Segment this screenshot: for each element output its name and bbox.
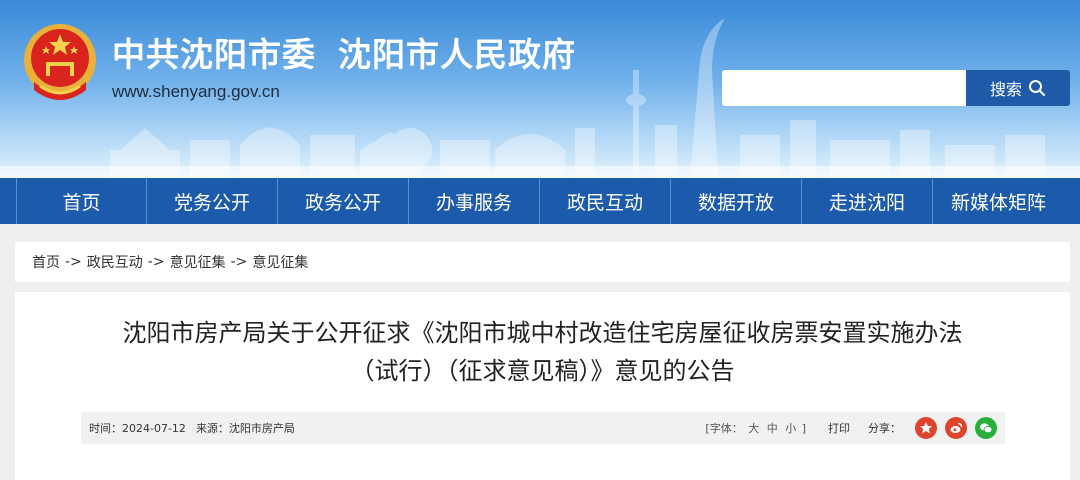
site-header: 中共沈阳市委 沈阳市人民政府 www.shenyang.gov.cn 搜索	[0, 0, 1080, 178]
font-size-close: ]	[801, 422, 806, 435]
breadcrumb-separator: ->	[65, 254, 82, 270]
article-panel: 沈阳市房产局关于公开征求《沈阳市城中村改造住宅房屋征收房票安置实施办法 （试行）…	[15, 292, 1070, 480]
article-title-line1: 沈阳市房产局关于公开征求《沈阳市城中村改造住宅房屋征收房票安置实施办法	[122, 319, 963, 347]
nav-item-services[interactable]: 办事服务	[409, 178, 540, 224]
article-meta-bar: 时间：2024-07-12 来源：沈阳市房产局 [字体： 大 中 小 ] 打印 …	[81, 412, 1005, 444]
nav-item-home[interactable]: 首页	[16, 178, 147, 224]
publish-time: 时间：2024-07-12	[89, 422, 186, 435]
breadcrumb-interaction[interactable]: 政民互动	[87, 252, 143, 272]
main-nav: 首页 党务公开 政务公开 办事服务 政民互动 数据开放 走进沈阳 新媒体矩阵	[0, 178, 1080, 224]
search-icon	[1029, 80, 1045, 96]
article-source: 来源：沈阳市房产局	[195, 422, 295, 435]
search-input[interactable]	[722, 70, 970, 106]
national-emblem-icon	[24, 24, 96, 100]
article-title: 沈阳市房产局关于公开征求《沈阳市城中村改造住宅房屋征收房票安置实施办法 （试行）…	[55, 314, 1030, 390]
breadcrumb-home[interactable]: 首页	[32, 252, 60, 272]
breadcrumb-separator: ->	[230, 254, 248, 270]
font-medium-button[interactable]: 中	[767, 422, 778, 435]
nav-item-about-shenyang[interactable]: 走进沈阳	[802, 178, 933, 224]
font-size-label: [字体：	[705, 422, 743, 435]
nav-item-new-media[interactable]: 新媒体矩阵	[933, 178, 1064, 224]
article-title-line2: （试行）（征求意见稿）》意见的公告	[350, 357, 735, 385]
print-button[interactable]: 打印	[828, 420, 850, 436]
title-party: 中共沈阳市委	[112, 35, 316, 74]
qzone-star-icon[interactable]	[915, 417, 937, 439]
breadcrumb-separator: ->	[147, 254, 165, 270]
nav-item-party-affairs[interactable]: 党务公开	[147, 178, 278, 224]
site-url: www.shenyang.gov.cn	[112, 82, 280, 101]
search-button[interactable]: 搜索	[966, 70, 1070, 106]
nav-item-open-data[interactable]: 数据开放	[671, 178, 802, 224]
site-title: 中共沈阳市委 沈阳市人民政府	[112, 28, 576, 76]
title-government: 沈阳市人民政府	[338, 35, 576, 74]
font-large-button[interactable]: 大	[748, 422, 759, 435]
font-size-control: [字体： 大 中 小 ]	[705, 420, 806, 436]
breadcrumb-opinion[interactable]: 意见征集	[170, 252, 226, 272]
breadcrumb-opinion-current[interactable]: 意见征集	[252, 252, 308, 272]
wechat-icon[interactable]	[975, 417, 997, 439]
nav-item-interaction[interactable]: 政民互动	[540, 178, 671, 224]
search-button-label: 搜索	[989, 80, 1022, 99]
nav-item-gov-affairs[interactable]: 政务公开	[278, 178, 409, 224]
font-small-button[interactable]: 小	[785, 422, 796, 435]
weibo-icon[interactable]	[945, 417, 967, 439]
share-label: 分享：	[868, 422, 901, 435]
breadcrumb: 首页 -> 政民互动 -> 意见征集 -> 意见征集	[15, 242, 1070, 282]
